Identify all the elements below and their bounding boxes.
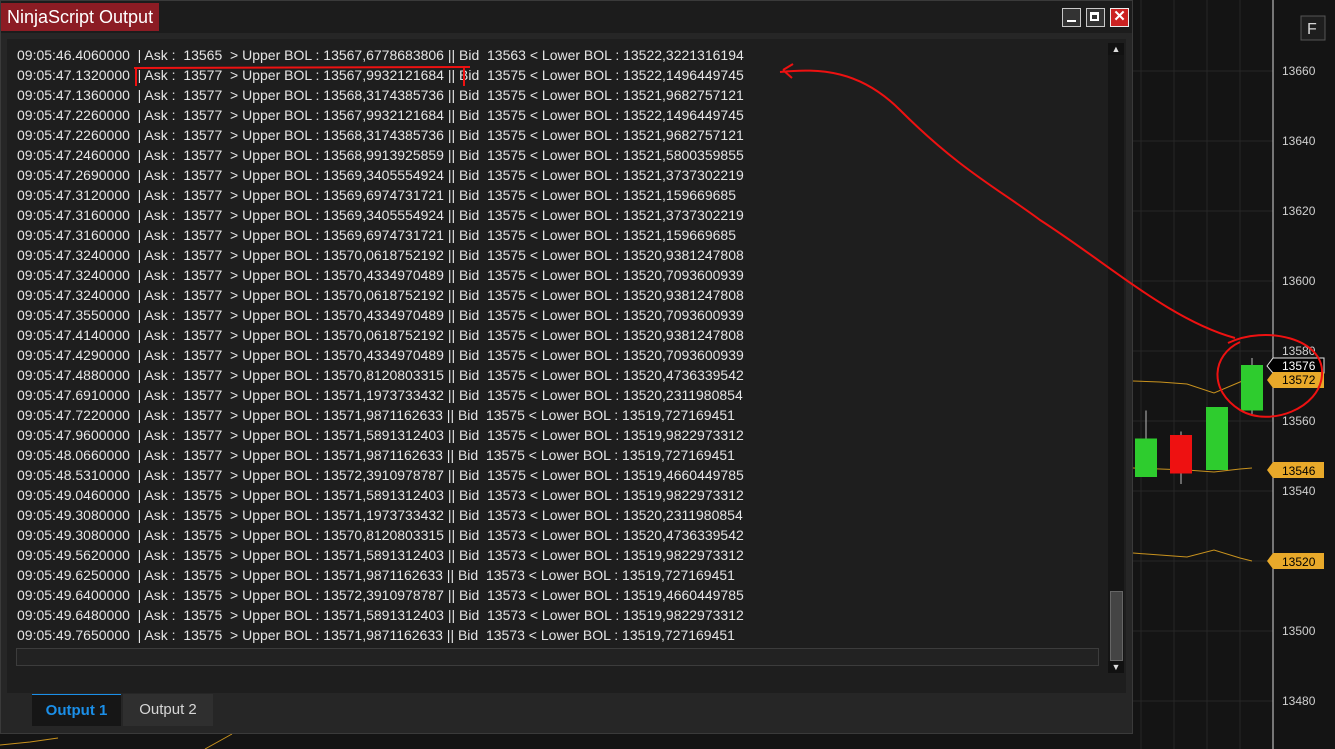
scroll-down-icon[interactable]: ▼ (1108, 661, 1124, 673)
price-label: 13600 (1282, 274, 1316, 288)
vertical-scrollbar[interactable]: ▲ ▼ (1108, 43, 1124, 673)
log-line: 09:05:47.3160000 | Ask : 13577 > Upper B… (17, 207, 744, 223)
tab-output-2[interactable]: Output 2 (123, 694, 213, 726)
tab-output-1[interactable]: Output 1 (32, 694, 121, 726)
candle-body (1135, 438, 1157, 477)
price-label: 13560 (1282, 414, 1316, 428)
candle-body (1170, 435, 1192, 474)
chart-corner-button-label: F (1307, 21, 1317, 38)
middle-band-marker: 13546 (1267, 462, 1324, 478)
log-line: 09:05:47.2690000 | Ask : 13577 > Upper B… (17, 167, 744, 183)
output-log[interactable]: 09:05:46.4060000 | Ask : 13565 > Upper B… (17, 45, 1107, 645)
candle-body (1241, 365, 1263, 411)
log-line: 09:05:49.6400000 | Ask : 13575 > Upper B… (17, 587, 744, 603)
ninjascript-output-window: NinjaScript Output ✕ 09:05:46.4060000 | … (0, 0, 1133, 734)
price-label: 13580 (1282, 344, 1316, 358)
candle-body (1206, 407, 1228, 470)
log-line: 09:05:47.4290000 | Ask : 13577 > Upper B… (17, 347, 744, 363)
log-line: 09:05:47.3240000 | Ask : 13577 > Upper B… (17, 247, 744, 263)
log-line: 09:05:49.5620000 | Ask : 13575 > Upper B… (17, 547, 744, 563)
scroll-up-icon[interactable]: ▲ (1108, 43, 1124, 55)
log-line: 09:05:47.4140000 | Ask : 13577 > Upper B… (17, 327, 744, 343)
price-label: 13480 (1282, 694, 1316, 708)
log-line: 09:05:47.3240000 | Ask : 13577 > Upper B… (17, 267, 744, 283)
log-line: 09:05:49.7650000 | Ask : 13575 > Upper B… (17, 627, 735, 643)
log-line: 09:05:48.5310000 | Ask : 13577 > Upper B… (17, 467, 744, 483)
log-line: 09:05:47.1320000 | Ask : 13577 > Upper B… (17, 67, 744, 83)
lower-band-marker: 13520 (1267, 553, 1324, 569)
window-title: NinjaScript Output (1, 3, 160, 31)
last-price-label: 13576 (1282, 359, 1316, 373)
log-line: 09:05:47.2260000 | Ask : 13577 > Upper B… (17, 107, 744, 123)
log-line: 09:05:47.1360000 | Ask : 13577 > Upper B… (17, 87, 744, 103)
chart-corner-button[interactable]: F (1300, 15, 1326, 41)
upper-band-label: 13572 (1282, 373, 1316, 387)
log-line: 09:05:46.4060000 | Ask : 13565 > Upper B… (17, 47, 744, 63)
title-bar[interactable]: NinjaScript Output ✕ (1, 1, 1132, 33)
log-line: 09:05:47.7220000 | Ask : 13577 > Upper B… (17, 407, 735, 423)
last-price-marker: 13576 (1266, 357, 1325, 374)
log-line: 09:05:49.6480000 | Ask : 13575 > Upper B… (17, 607, 744, 623)
log-line: 09:05:49.0460000 | Ask : 13575 > Upper B… (17, 487, 744, 503)
upper-band-marker: 13572 (1267, 372, 1324, 388)
log-line: 09:05:47.2460000 | Ask : 13577 > Upper B… (17, 147, 744, 163)
log-line: 09:05:49.6250000 | Ask : 13575 > Upper B… (17, 567, 735, 583)
price-label: 13640 (1282, 134, 1316, 148)
log-line: 09:05:47.3160000 | Ask : 13577 > Upper B… (17, 227, 736, 243)
price-label: 13660 (1282, 64, 1316, 78)
price-label: 13620 (1282, 204, 1316, 218)
log-line: 09:05:47.4880000 | Ask : 13577 > Upper B… (17, 367, 744, 383)
close-icon: ✕ (1113, 8, 1126, 25)
price-label: 13540 (1282, 484, 1316, 498)
close-button[interactable]: ✕ (1110, 8, 1129, 27)
log-line: 09:05:47.9600000 | Ask : 13577 > Upper B… (17, 427, 744, 443)
output-panel[interactable]: 09:05:46.4060000 | Ask : 13565 > Upper B… (7, 39, 1126, 693)
scrollbar-thumb[interactable] (1110, 591, 1123, 661)
log-line: 09:05:47.6910000 | Ask : 13577 > Upper B… (17, 387, 743, 403)
minimize-button[interactable] (1062, 8, 1081, 27)
horizontal-scrollbar[interactable] (16, 648, 1099, 666)
price-label: 13500 (1282, 624, 1316, 638)
log-line: 09:05:49.3080000 | Ask : 13575 > Upper B… (17, 507, 743, 523)
middle-band-label: 13546 (1282, 464, 1316, 478)
log-line: 09:05:47.3120000 | Ask : 13577 > Upper B… (17, 187, 736, 203)
log-line: 09:05:47.2260000 | Ask : 13577 > Upper B… (17, 127, 744, 143)
log-line: 09:05:49.3080000 | Ask : 13575 > Upper B… (17, 527, 744, 543)
maximize-button[interactable] (1086, 8, 1105, 27)
lower-band-label: 13520 (1282, 555, 1316, 569)
log-line: 09:05:48.0660000 | Ask : 13577 > Upper B… (17, 447, 735, 463)
log-line: 09:05:47.3550000 | Ask : 13577 > Upper B… (17, 307, 744, 323)
log-line: 09:05:47.3240000 | Ask : 13577 > Upper B… (17, 287, 744, 303)
